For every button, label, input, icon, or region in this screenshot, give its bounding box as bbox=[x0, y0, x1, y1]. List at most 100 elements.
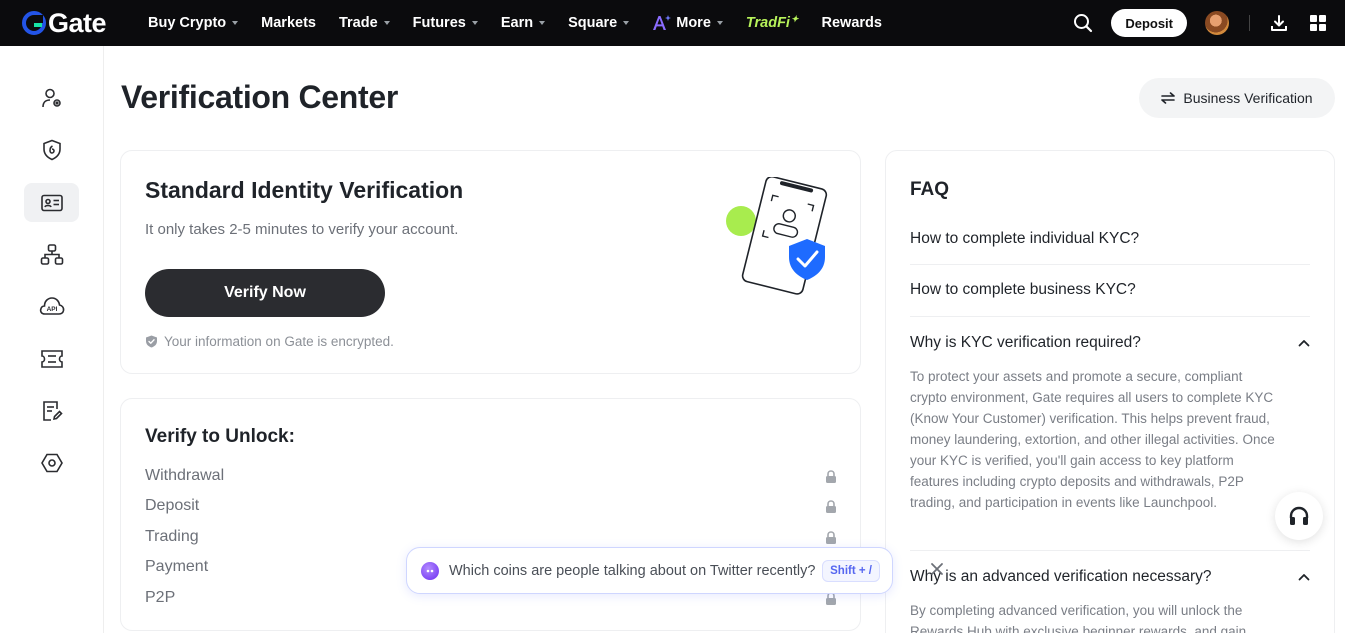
page-title: Verification Center bbox=[121, 79, 399, 115]
list-item: Withdrawal bbox=[145, 466, 837, 486]
sidebar-item-records[interactable] bbox=[24, 391, 79, 430]
document-edit-icon bbox=[42, 400, 63, 421]
verify-now-button[interactable]: Verify Now bbox=[145, 269, 385, 317]
id-card-icon bbox=[40, 194, 63, 211]
chevron-up-icon bbox=[1298, 574, 1310, 581]
faq-question-business-kyc[interactable]: How to complete business KYC? bbox=[910, 281, 1310, 299]
list-item: Trading bbox=[145, 527, 837, 547]
sidebar-item-security[interactable] bbox=[24, 130, 79, 169]
divider bbox=[1249, 15, 1250, 31]
gate-logo[interactable]: Gate bbox=[22, 8, 130, 39]
lock-icon bbox=[826, 469, 836, 483]
nav-square[interactable]: Square bbox=[568, 15, 630, 31]
nav-label: More bbox=[676, 15, 711, 31]
grid-icon[interactable] bbox=[1310, 15, 1326, 31]
sidebar-item-sub-accounts[interactable] bbox=[24, 235, 79, 274]
encryption-note-text: Your information on Gate is encrypted. bbox=[164, 334, 394, 349]
close-icon[interactable] bbox=[930, 562, 944, 581]
sidebar-item-verification[interactable] bbox=[24, 183, 79, 222]
faq-question-individual-kyc[interactable]: How to complete individual KYC? bbox=[910, 230, 1310, 248]
unlock-item-label: Trading bbox=[145, 528, 199, 545]
nav-futures[interactable]: Futures bbox=[413, 15, 478, 31]
nav-buy-crypto[interactable]: Buy Crypto bbox=[148, 15, 239, 31]
verify-to-unlock-title: Verify to Unlock: bbox=[145, 426, 295, 447]
hierarchy-icon bbox=[40, 243, 63, 265]
encryption-note: Your information on Gate is encrypted. bbox=[145, 334, 394, 349]
lock-icon bbox=[826, 530, 836, 544]
nav-rewards[interactable]: Rewards bbox=[822, 15, 882, 31]
shield-check-icon bbox=[146, 335, 157, 348]
avatar[interactable] bbox=[1205, 11, 1229, 35]
gate-logo-icon bbox=[22, 11, 46, 35]
ticket-icon bbox=[40, 349, 63, 368]
unlock-item-label: Deposit bbox=[145, 497, 200, 514]
faq-title: FAQ bbox=[910, 179, 950, 200]
sparkle-icon: ✦ bbox=[790, 13, 799, 24]
faq-question-text: How to complete business KYC? bbox=[910, 281, 1136, 298]
faq-question-kyc-required[interactable]: Why is KYC verification required? bbox=[910, 334, 1310, 352]
divider bbox=[910, 316, 1310, 317]
faq-question-advanced-verification[interactable]: Why is an advanced verification necessar… bbox=[910, 568, 1310, 586]
brand-name: Gate bbox=[48, 7, 107, 38]
top-navigation-bar: Gate Buy Crypto Markets Trade Futures Ea… bbox=[0, 0, 1345, 46]
sidebar-item-vouchers[interactable] bbox=[24, 339, 79, 378]
ai-assistant-prompt-text: Which coins are people talking about on … bbox=[449, 562, 816, 579]
customer-support-button[interactable] bbox=[1275, 492, 1323, 540]
faq-answer-advanced-verification: By completing advanced verification, you… bbox=[910, 603, 1247, 633]
nav-label: Futures bbox=[412, 15, 466, 31]
search-icon[interactable] bbox=[1073, 13, 1093, 33]
chevron-down-icon bbox=[232, 21, 239, 25]
nav-markets[interactable]: Markets bbox=[261, 15, 316, 31]
standard-verification-subtitle: It only takes 2-5 minutes to verify your… bbox=[145, 221, 459, 238]
business-verification-label: Business Verification bbox=[1183, 90, 1313, 106]
id-verification-illustration bbox=[726, 177, 828, 295]
api-icon: API bbox=[39, 296, 64, 315]
faq-answer-kyc-required: To protect your assets and promote a sec… bbox=[910, 369, 1275, 510]
divider bbox=[910, 550, 1310, 551]
ai-assistant-prompt-bar[interactable]: Which coins are people talking about on … bbox=[406, 547, 893, 594]
chevron-down-icon bbox=[623, 21, 630, 25]
faq-question-text: Why is KYC verification required? bbox=[910, 334, 1141, 351]
chevron-down-icon bbox=[716, 21, 723, 25]
sidebar: API bbox=[0, 46, 104, 633]
nav-label: Earn bbox=[500, 15, 534, 31]
divider bbox=[910, 264, 1310, 265]
chevron-up-icon bbox=[1298, 340, 1310, 347]
nav-earn[interactable]: Earn bbox=[500, 15, 546, 31]
swap-icon bbox=[1161, 92, 1176, 104]
deposit-button[interactable]: Deposit bbox=[1111, 9, 1187, 37]
list-item: Deposit bbox=[145, 496, 837, 516]
headset-icon bbox=[1289, 506, 1309, 525]
sidebar-item-profile[interactable] bbox=[24, 78, 79, 117]
user-settings-icon bbox=[41, 88, 61, 107]
lock-icon bbox=[826, 499, 836, 513]
nav-more[interactable]: More bbox=[652, 14, 723, 32]
nav-tradfi[interactable]: TradFi ✦ bbox=[745, 13, 799, 32]
verify-to-unlock-card: Verify to Unlock: Withdrawal Deposit Tra… bbox=[120, 398, 861, 631]
sidebar-item-api[interactable]: API bbox=[24, 287, 79, 326]
faq-question-text: Why is an advanced verification necessar… bbox=[910, 568, 1212, 585]
unlock-item-label: P2P bbox=[145, 589, 176, 606]
nav-trade[interactable]: Trade bbox=[339, 15, 390, 31]
shield-icon bbox=[42, 139, 61, 160]
nav-label: TradFi bbox=[745, 15, 790, 31]
keyboard-shortcut-badge: Shift + / bbox=[822, 560, 880, 582]
nav-label: Markets bbox=[261, 15, 316, 31]
business-verification-button[interactable]: Business Verification bbox=[1139, 78, 1335, 118]
standard-verification-card: Standard Identity Verification It only t… bbox=[120, 150, 861, 374]
faq-card: FAQ How to complete individual KYC? How … bbox=[885, 150, 1335, 633]
chevron-down-icon bbox=[383, 21, 390, 25]
download-icon[interactable] bbox=[1270, 14, 1288, 32]
ai-sparkle-icon bbox=[653, 15, 672, 30]
nav-label: Buy Crypto bbox=[148, 15, 227, 31]
nav-label: Trade bbox=[338, 15, 378, 31]
ai-assistant-icon bbox=[421, 561, 439, 580]
hexagon-settings-icon bbox=[40, 453, 63, 472]
unlock-item-label: Withdrawal bbox=[145, 467, 225, 484]
unlock-item-label: Payment bbox=[145, 558, 209, 575]
faq-question-text: How to complete individual KYC? bbox=[910, 230, 1140, 247]
sidebar-item-settings[interactable] bbox=[24, 443, 79, 482]
nav-label: Rewards bbox=[821, 15, 882, 31]
chevron-down-icon bbox=[471, 21, 478, 25]
svg-text:API: API bbox=[46, 306, 57, 313]
